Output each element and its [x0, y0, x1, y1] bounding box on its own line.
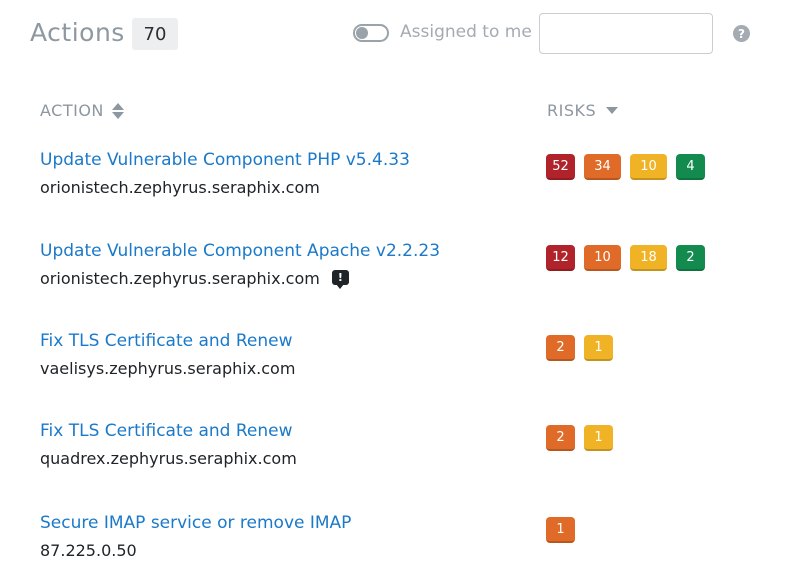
comment-alert-icon[interactable]: !	[331, 270, 349, 289]
host-text: vaelisys.zephyrus.seraphix.com	[40, 359, 296, 378]
risks-column-label: RISKS	[547, 101, 597, 120]
medium-risk-badge[interactable]: 18	[630, 245, 667, 271]
risk-badges: 52 34 10 4	[546, 154, 705, 180]
host-label: orionistech.zephyrus.seraphix.com !	[40, 269, 349, 289]
toggle-knob	[356, 27, 368, 39]
high-risk-badge[interactable]: 2	[546, 335, 575, 361]
critical-risk-badge[interactable]: 52	[546, 154, 575, 180]
action-row: Update Vulnerable Component Apache v2.2.…	[0, 241, 800, 311]
action-title-link[interactable]: Secure IMAP service or remove IMAP	[40, 513, 351, 533]
host-text: quadrex.zephyrus.seraphix.com	[40, 449, 297, 468]
critical-risk-badge[interactable]: 12	[546, 245, 575, 271]
host-label: 87.225.0.50	[40, 541, 137, 560]
sort-icon[interactable]	[111, 102, 124, 120]
host-text: orionistech.zephyrus.seraphix.com	[40, 178, 320, 197]
action-row: Fix TLS Certificate and Renew vaelisys.z…	[0, 331, 800, 401]
actions-header: Actions 70 Assigned to me ?	[0, 0, 800, 70]
host-label: orionistech.zephyrus.seraphix.com	[40, 178, 320, 197]
assigned-to-me-label[interactable]: Assigned to me	[400, 22, 532, 42]
assigned-to-me-toggle[interactable]	[353, 24, 389, 42]
low-risk-badge[interactable]: 4	[676, 154, 705, 180]
host-text: orionistech.zephyrus.seraphix.com	[40, 269, 320, 288]
risk-badges: 2 1	[546, 425, 613, 451]
actions-count-badge: 70	[132, 18, 178, 50]
help-icon[interactable]: ?	[733, 25, 750, 42]
high-risk-badge[interactable]: 34	[584, 154, 621, 180]
action-row: Secure IMAP service or remove IMAP 87.22…	[0, 513, 800, 583]
host-label: quadrex.zephyrus.seraphix.com	[40, 449, 297, 468]
risk-badges: 12 10 18 2	[546, 245, 705, 271]
high-risk-badge[interactable]: 2	[546, 425, 575, 451]
high-risk-badge[interactable]: 10	[584, 245, 621, 271]
action-row: Update Vulnerable Component PHP v5.4.33 …	[0, 150, 800, 220]
host-label: vaelisys.zephyrus.seraphix.com	[40, 359, 295, 378]
low-risk-badge[interactable]: 2	[676, 245, 705, 271]
risk-badges: 1	[546, 517, 575, 543]
risk-badges: 2 1	[546, 335, 613, 361]
caret-down-icon[interactable]	[606, 107, 619, 114]
action-row: Fix TLS Certificate and Renew quadrex.ze…	[0, 421, 800, 491]
high-risk-badge[interactable]: 1	[546, 517, 575, 543]
search-input[interactable]	[539, 13, 713, 54]
risks-column-header[interactable]: RISKS	[547, 101, 619, 120]
host-text: 87.225.0.50	[40, 541, 137, 560]
action-title-link[interactable]: Fix TLS Certificate and Renew	[40, 421, 293, 441]
action-column-label: ACTION	[40, 101, 104, 120]
page-title: Actions	[30, 18, 125, 47]
action-column-header[interactable]: ACTION	[40, 101, 124, 120]
medium-risk-badge[interactable]: 1	[584, 425, 613, 451]
action-title-link[interactable]: Update Vulnerable Component PHP v5.4.33	[40, 150, 410, 170]
medium-risk-badge[interactable]: 10	[630, 154, 667, 180]
action-title-link[interactable]: Fix TLS Certificate and Renew	[40, 331, 293, 351]
medium-risk-badge[interactable]: 1	[584, 335, 613, 361]
action-title-link[interactable]: Update Vulnerable Component Apache v2.2.…	[40, 241, 440, 261]
